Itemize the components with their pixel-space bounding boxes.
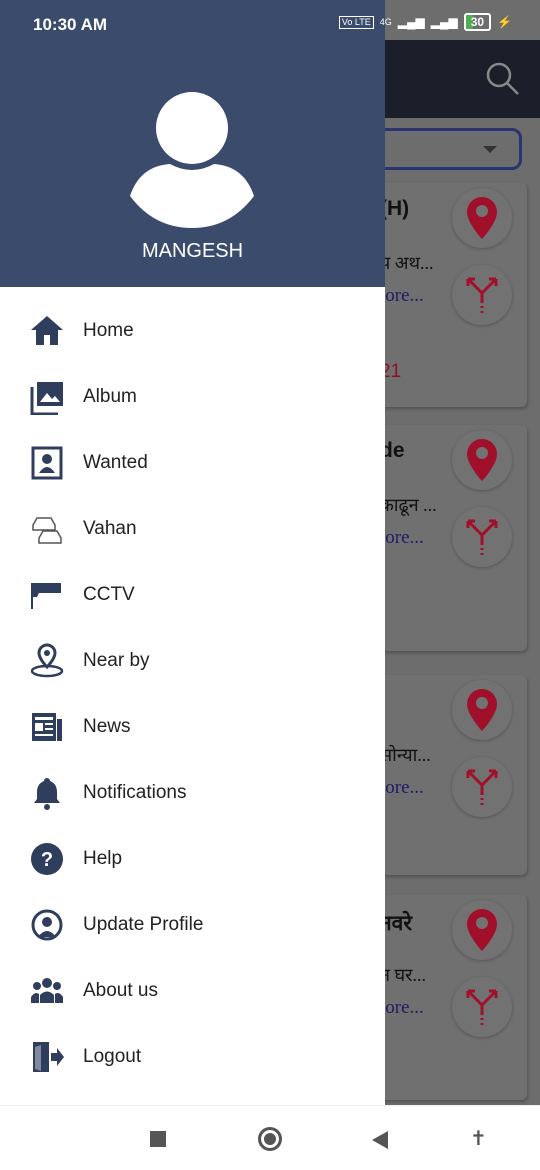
menu-item-label: Home <box>83 320 134 341</box>
home-icon <box>29 313 65 349</box>
menu-item-near-by[interactable]: Near by <box>0 628 385 694</box>
card-description: प अथ... <box>380 253 434 273</box>
album-icon <box>29 379 65 415</box>
location-pin-icon[interactable] <box>452 680 512 740</box>
home-button[interactable] <box>258 1127 282 1151</box>
menu-item-label: Logout <box>83 1046 142 1067</box>
svg-text:?: ? <box>41 849 53 871</box>
read-more-link[interactable]: lore... <box>380 285 424 307</box>
menu-item-news[interactable]: News <box>0 694 385 760</box>
read-more-link[interactable]: lore... <box>380 777 424 799</box>
bell-icon <box>29 775 65 811</box>
about-us-icon <box>29 973 65 1009</box>
recents-button[interactable] <box>150 1131 166 1147</box>
card-description: काढून ... <box>380 495 437 515</box>
menu-item-cctv[interactable]: CCTV <box>0 562 385 628</box>
system-nav-bar: ✝ <box>0 1105 540 1170</box>
read-more-link[interactable]: lore... <box>380 997 424 1019</box>
drawer-header: MANGESH <box>0 0 385 287</box>
location-pin-icon[interactable] <box>452 900 512 960</box>
menu-item-label: Vahan <box>83 518 137 539</box>
help-icon: ? <box>29 841 65 877</box>
directions-icon[interactable] <box>452 265 512 325</box>
read-more-link[interactable]: lore... <box>380 527 424 549</box>
menu-item-label: Album <box>83 386 137 407</box>
menu-item-help[interactable]: ? Help <box>0 826 385 892</box>
news-icon <box>29 709 65 745</box>
location-pin-icon[interactable] <box>452 188 512 248</box>
card-description: न घर... <box>380 965 426 985</box>
user-name: MANGESH <box>141 240 244 262</box>
menu-item-vahan[interactable]: Vahan <box>0 496 385 562</box>
nearby-icon <box>29 643 65 679</box>
network-type: 4G <box>379 17 392 27</box>
menu-item-label: CCTV <box>83 584 135 605</box>
caret-down-icon <box>483 146 497 153</box>
menu-item-logout[interactable]: Logout <box>0 1024 385 1090</box>
location-pin-icon[interactable] <box>452 430 512 490</box>
logout-icon <box>29 1039 65 1075</box>
menu-item-album[interactable]: Album <box>0 364 385 430</box>
menu-item-label: News <box>83 716 131 737</box>
signal-icon: ▂▄▆ <box>430 15 458 29</box>
search-icon[interactable] <box>486 62 520 96</box>
directions-icon[interactable] <box>452 977 512 1037</box>
menu-item-label: Wanted <box>83 452 148 473</box>
avatar[interactable] <box>130 92 254 228</box>
menu-item-home[interactable]: Home <box>0 298 385 364</box>
volte-icon: Vo LTE <box>338 15 374 29</box>
status-bar: 10:30 AM Vo LTE 4G ▂▄▆ ▂▄▆ 30 ⚡ <box>0 0 540 40</box>
cctv-icon <box>29 577 65 613</box>
vehicle-icon <box>29 511 65 547</box>
directions-icon[interactable] <box>452 757 512 817</box>
battery-icon: 30 <box>463 13 492 31</box>
menu-item-about-us[interactable]: About us <box>0 958 385 1024</box>
wanted-icon <box>29 445 65 481</box>
menu-item-update-profile[interactable]: Update Profile <box>0 892 385 958</box>
menu-item-notifications[interactable]: Notifications <box>0 760 385 826</box>
update-profile-icon <box>29 907 65 943</box>
directions-icon[interactable] <box>452 507 512 567</box>
charging-icon: ⚡ <box>497 15 512 29</box>
accessibility-icon[interactable]: ✝ <box>470 1126 487 1151</box>
menu-item-label: Update Profile <box>83 914 204 935</box>
back-button[interactable] <box>372 1131 388 1149</box>
signal-icon: ▂▄▆ <box>397 15 425 29</box>
menu-item-label: Help <box>83 848 123 869</box>
card-description: सोन्या... <box>380 745 431 765</box>
navigation-drawer: MANGESH Home Album Wanted Vahan CCTV Near by N… <box>0 0 385 1105</box>
drawer-menu: Home Album Wanted Vahan CCTV Near by News Notif… <box>0 298 385 1090</box>
menu-item-label: About us <box>83 980 158 1001</box>
menu-item-wanted[interactable]: Wanted <box>0 430 385 496</box>
menu-item-label: Near by <box>83 650 150 671</box>
menu-item-label: Notifications <box>83 782 187 803</box>
status-time: 10:30 AM <box>33 15 108 34</box>
